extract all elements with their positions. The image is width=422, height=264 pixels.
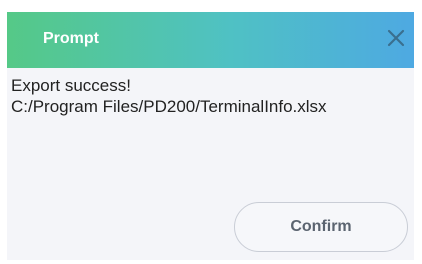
message-line-status: Export success! xyxy=(11,76,131,95)
confirm-button[interactable]: Confirm xyxy=(234,202,408,252)
message-line-path: C:/Program Files/PD200/TerminalInfo.xlsx xyxy=(11,97,327,116)
dialog-message: Export success! C:/Program Files/PD200/T… xyxy=(11,75,327,117)
close-icon xyxy=(387,29,405,47)
dialog-title: Prompt xyxy=(43,30,99,47)
close-button[interactable] xyxy=(386,28,406,48)
dialog-titlebar: Prompt xyxy=(7,12,414,68)
prompt-dialog: Prompt Export success! C:/Program Files/… xyxy=(7,12,414,260)
